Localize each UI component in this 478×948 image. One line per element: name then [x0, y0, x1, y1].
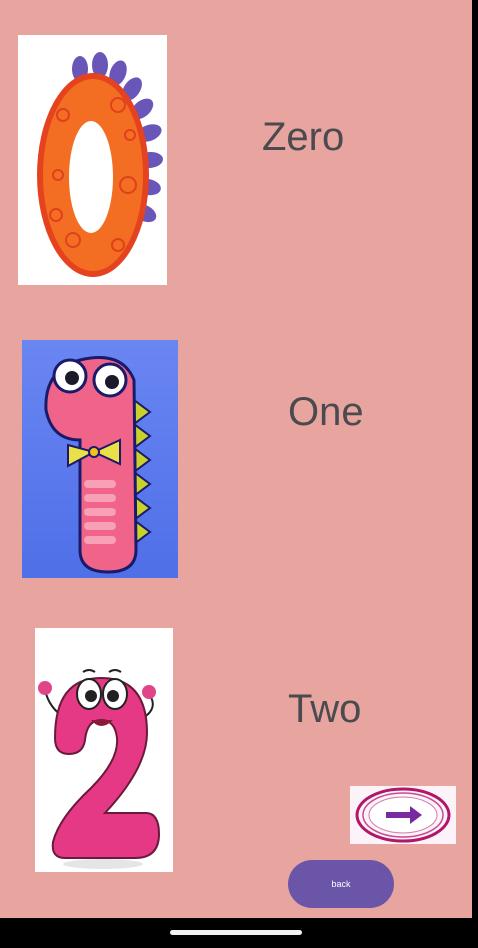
two-label: Two: [288, 687, 362, 731]
two-character-icon: [38, 669, 161, 869]
one-character-icon: [22, 340, 178, 578]
app-screen: Zero One Two back: [0, 0, 472, 918]
home-indicator[interactable]: [170, 930, 302, 935]
right-arrow-icon: [355, 787, 451, 843]
zero-character-icon: [37, 52, 163, 277]
two-image: [35, 628, 173, 872]
one-image: [22, 340, 178, 578]
zero-image: [18, 35, 167, 285]
screen-edge: [472, 0, 478, 948]
next-button[interactable]: [350, 786, 456, 844]
zero-label: Zero: [262, 115, 345, 159]
back-button[interactable]: back: [288, 860, 394, 908]
one-label: One: [288, 390, 364, 434]
